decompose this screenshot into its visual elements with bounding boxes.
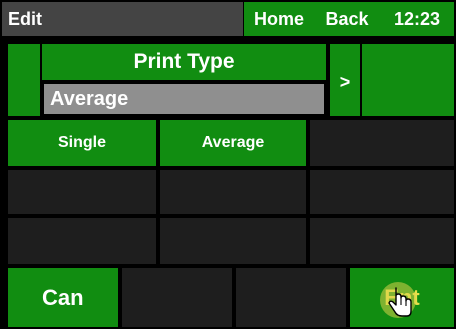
page-title: Edit [8,9,42,29]
empty-cell [234,266,348,329]
next-button[interactable]: > [328,42,362,118]
hand-pointer-icon [376,278,420,322]
parameter-value-field[interactable]: Average [42,82,326,116]
empty-cell [6,216,158,266]
device-screen: Edit Home Back 12:23 Print Type Average … [0,0,456,329]
clock-display: 12:23 [380,2,454,36]
empty-cell [158,168,308,216]
empty-cell [158,216,308,266]
cancel-button[interactable]: Can [6,266,120,329]
empty-cell [308,216,456,266]
parameter-side-panel [6,42,42,118]
empty-cell [308,118,456,168]
empty-cell [308,168,456,216]
parameter-title: Print Type [40,42,328,82]
single-option-button[interactable]: Single [6,118,158,168]
average-option-button[interactable]: Average [158,118,308,168]
empty-cell [120,266,234,329]
empty-cell [6,168,158,216]
home-button[interactable]: Home [244,2,314,36]
parameter-right-panel [360,42,456,118]
back-button[interactable]: Back [314,2,380,36]
